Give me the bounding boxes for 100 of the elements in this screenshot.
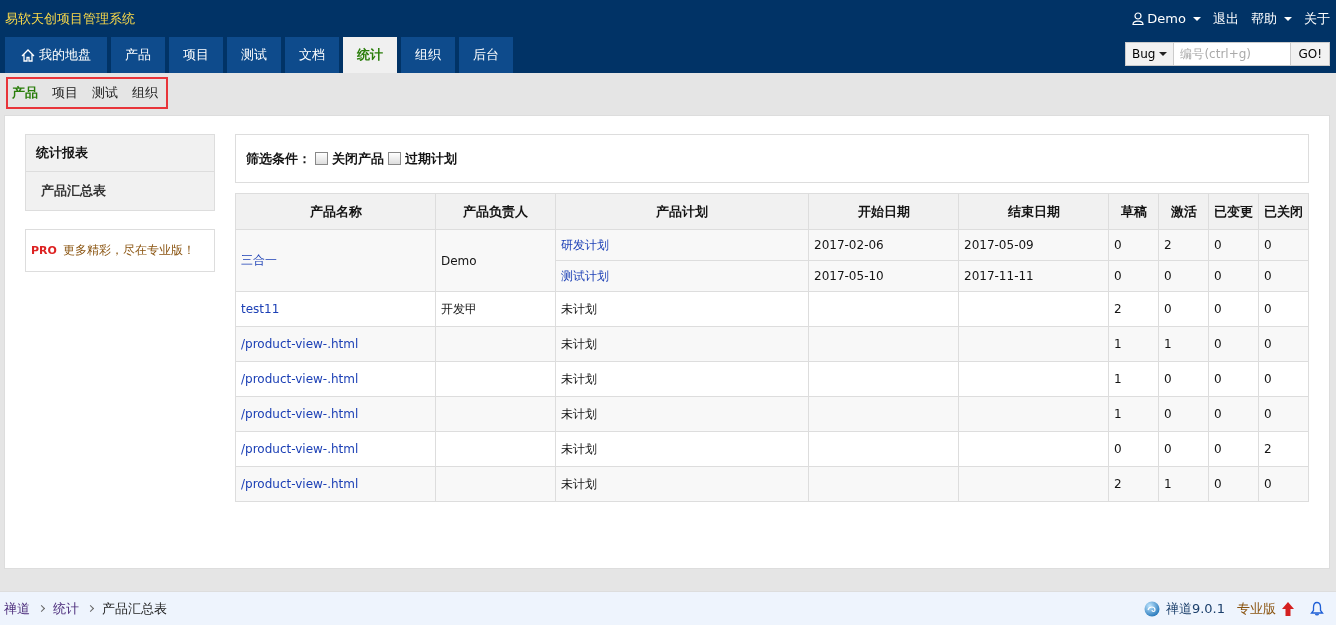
changed-count: 0 [1208,396,1259,432]
closed-count: 2 [1258,431,1309,467]
closed-count: 0 [1258,291,1309,327]
checkbox[interactable] [315,152,328,165]
home-icon [21,48,35,62]
draft-count: 2 [1108,291,1159,327]
start-date-cell: 2017-05-10 [808,260,959,292]
breadcrumb-link[interactable]: 统计 [53,599,79,618]
active-count: 0 [1158,361,1209,397]
product-link[interactable]: /product-view-.html [235,361,436,397]
column-header: 激活 [1158,193,1209,230]
sub-tab[interactable]: 项目 [52,84,78,102]
column-header: 产品名称 [235,193,436,230]
closed-count: 0 [1258,326,1309,362]
column-header: 结束日期 [958,193,1109,230]
filter-label: 筛选条件： [246,149,311,168]
go-button[interactable]: GO! [1291,42,1330,66]
version-link[interactable]: 禅道9.0.1 [1165,599,1225,618]
user-icon [1132,12,1145,25]
draft-count: 0 [1108,260,1159,292]
menu-item[interactable]: 产品汇总表 [26,172,214,210]
up-arrow-icon [1282,601,1294,616]
sub-tab[interactable]: 产品 [12,84,38,102]
closed-count: 0 [1258,260,1309,292]
column-header: 开始日期 [808,193,959,230]
active-count: 0 [1158,431,1209,467]
product-link[interactable]: /product-view-.html [235,396,436,432]
owner-cell: Demo [435,229,556,292]
id-search-field[interactable]: 编号(ctrl+g) [1174,42,1292,66]
changed-count: 0 [1208,431,1259,467]
active-count: 1 [1158,466,1209,502]
type-dropdown[interactable]: Bug [1124,42,1175,66]
changed-count: 0 [1208,326,1259,362]
active-count: 1 [1158,326,1209,362]
globe-icon [1143,600,1160,617]
plan-cell: 未计划 [555,396,809,432]
owner-cell: 开发甲 [435,291,556,327]
nav-tab[interactable]: 我的地盘 [5,37,107,73]
end-date-cell: 2017-11-11 [958,260,1109,292]
changed-count: 0 [1208,361,1259,397]
current-page-title: 产品汇总表 [102,599,167,618]
menu-title: 统计报表 [26,135,214,172]
changed-count: 0 [1208,291,1259,327]
nav-tab[interactable]: 统计 [343,37,397,73]
product-link[interactable]: /product-view-.html [235,431,436,467]
pro-version-link[interactable]: 专业版 [1237,599,1276,618]
plan-cell: 未计划 [555,291,809,327]
column-header: 已变更 [1208,193,1259,230]
product-link[interactable]: /product-view-.html [235,326,436,362]
pro-label: PRO [31,244,57,257]
plan-cell: 未计划 [555,361,809,397]
closed-count: 0 [1258,396,1309,432]
closed-count: 0 [1258,361,1309,397]
product-link[interactable]: test11 [235,291,436,327]
product-link[interactable]: /product-view-.html [235,466,436,502]
draft-count: 0 [1108,229,1159,261]
breadcrumb-link[interactable]: 禅道 [4,599,30,618]
sub-tab[interactable]: 组织 [132,84,158,102]
active-count: 0 [1158,396,1209,432]
start-date-cell: 2017-02-06 [808,229,959,261]
draft-count: 2 [1108,466,1159,502]
checkbox-label: 过期计划 [405,149,457,168]
logout-link[interactable]: 退出 [1213,9,1239,28]
active-count: 0 [1158,260,1209,292]
nav-tab[interactable]: 项目 [169,37,223,73]
app-title: 易软天创项目管理系统 [5,9,135,28]
draft-count: 1 [1108,326,1159,362]
plan-link[interactable]: 测试计划 [555,260,809,292]
plan-cell: 未计划 [555,466,809,502]
nav-tab[interactable]: 文档 [285,37,339,73]
changed-count: 0 [1208,260,1259,292]
product-link[interactable]: 三合一 [235,229,436,292]
nav-tab[interactable]: 后台 [459,37,513,73]
user-menu[interactable]: Demo [1132,11,1201,26]
checkbox-label: 关闭产品 [332,149,384,168]
bell-icon[interactable] [1310,601,1324,616]
column-header: 草稿 [1108,193,1159,230]
column-header: 产品负责人 [435,193,556,230]
checkbox[interactable] [388,152,401,165]
help-menu[interactable]: 帮助 [1251,9,1292,28]
nav-tab[interactable]: 产品 [111,37,165,73]
end-date-cell: 2017-05-09 [958,229,1109,261]
draft-count: 1 [1108,396,1159,432]
active-count: 2 [1158,229,1209,261]
closed-count: 0 [1258,466,1309,502]
pro-link[interactable]: 更多精彩，尽在专业版！ [62,242,195,259]
plan-cell: 未计划 [555,431,809,467]
nav-tab[interactable]: 组织 [401,37,455,73]
nav-tab[interactable]: 测试 [227,37,281,73]
changed-count: 0 [1208,229,1259,261]
changed-count: 0 [1208,466,1259,502]
draft-count: 1 [1108,361,1159,397]
sub-tab[interactable]: 测试 [92,84,118,102]
column-header: 已关闭 [1258,193,1309,230]
active-count: 0 [1158,291,1209,327]
column-header: 产品计划 [555,193,809,230]
plan-cell: 未计划 [555,326,809,362]
about-link[interactable]: 关于 [1304,9,1330,28]
closed-count: 0 [1258,229,1309,261]
plan-link[interactable]: 研发计划 [555,229,809,261]
